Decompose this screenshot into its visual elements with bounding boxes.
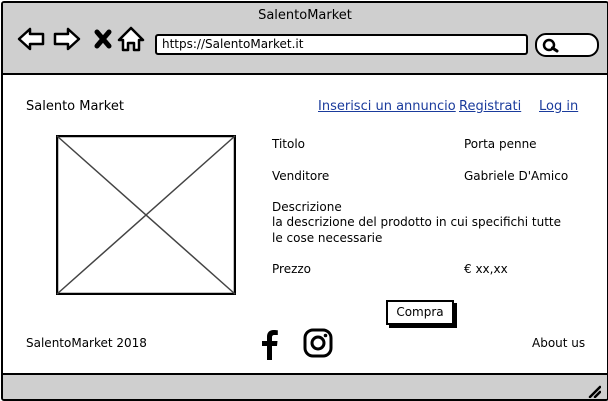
- seller-label: Venditore: [272, 169, 330, 183]
- address-bar[interactable]: https://SalentoMarket.it: [155, 34, 528, 55]
- status-bar: [3, 373, 607, 399]
- seller-value: Gabriele D'Amico: [464, 169, 569, 183]
- back-arrow-icon[interactable]: [16, 25, 46, 53]
- footer-copyright: SalentoMarket 2018: [26, 336, 147, 350]
- browser-search-field[interactable]: [535, 33, 599, 57]
- price-value: € xx,xx: [464, 262, 508, 276]
- title-value: Porta penne: [464, 137, 537, 151]
- search-icon: [542, 38, 559, 53]
- window-title: SalentoMarket: [258, 8, 352, 23]
- title-label: Titolo: [272, 137, 306, 151]
- nav-link-register[interactable]: Registrati: [459, 99, 521, 114]
- home-icon[interactable]: [116, 25, 146, 53]
- brand-name: Salento Market: [26, 99, 124, 114]
- image-placeholder-icon: [56, 135, 236, 295]
- browser-window: SalentoMarket https://SalentoMarket.it S…: [1, 1, 608, 401]
- nav-link-login[interactable]: Log in: [539, 99, 578, 114]
- close-x-icon[interactable]: [89, 25, 119, 53]
- about-us-link[interactable]: About us: [532, 336, 585, 350]
- nav-link-post-ad[interactable]: Inserisci un annuncio: [318, 99, 456, 114]
- description-line-1: la descrizione del prodotto in cui speci…: [272, 215, 562, 229]
- description-label: Descrizione: [272, 200, 342, 214]
- price-label: Prezzo: [272, 262, 312, 276]
- instagram-icon[interactable]: [303, 328, 333, 358]
- buy-button[interactable]: Compra: [386, 300, 454, 325]
- browser-toolbar: SalentoMarket https://SalentoMarket.it: [3, 3, 607, 75]
- facebook-icon[interactable]: [259, 328, 279, 360]
- description-line-2: le cose necessarie: [272, 231, 383, 245]
- forward-arrow-icon[interactable]: [52, 25, 82, 53]
- resize-grip-icon[interactable]: [587, 384, 601, 398]
